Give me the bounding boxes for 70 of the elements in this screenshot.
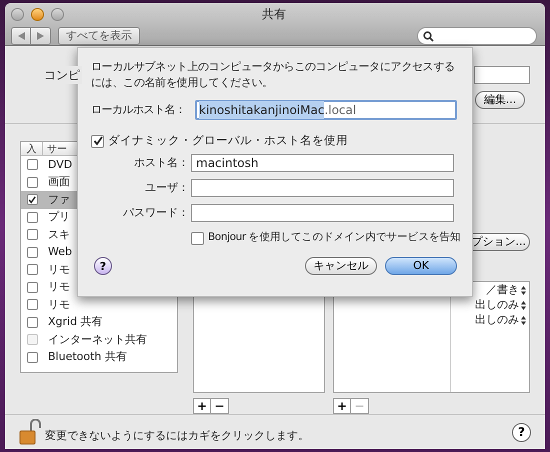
service-name: ファ <box>47 192 70 208</box>
column-header[interactable]: サー <box>43 142 67 155</box>
left-triangle-icon <box>18 32 24 40</box>
close-window-icon[interactable] <box>11 8 24 20</box>
zoom-window-icon[interactable] <box>51 8 64 20</box>
window-title: 共有 <box>262 6 286 23</box>
service-name: プリ <box>47 209 70 225</box>
service-name: インターネット共有 <box>47 332 147 348</box>
local-hostname-field[interactable]: kinoshitakanjinoiMac.local <box>195 100 457 120</box>
add-button[interactable]: + <box>333 398 351 414</box>
lock-message: 変更できないようにするにはカギをクリックします。 <box>45 428 309 444</box>
checkmark-icon <box>28 196 36 204</box>
service-name: リモ <box>47 296 70 312</box>
checkbox[interactable] <box>26 229 38 240</box>
service-name: スキ <box>47 226 70 242</box>
stepper-icon[interactable] <box>521 301 526 310</box>
computer-name-field[interactable] <box>474 66 530 84</box>
stepper-icon[interactable] <box>521 286 526 295</box>
checkbox[interactable] <box>26 194 38 206</box>
computer-name-label: コンピ <box>44 66 82 84</box>
back-button[interactable] <box>11 27 31 45</box>
service-name: Bluetooth 共有 <box>47 349 127 365</box>
cancel-button[interactable]: キャンセル <box>305 257 377 275</box>
help-button[interactable]: ? <box>512 422 531 442</box>
checkbox-label: ダイナミック・グローバル・ホスト名を使用 <box>108 132 348 150</box>
service-name: Xgrid 共有 <box>47 314 103 330</box>
checkbox[interactable] <box>26 212 38 223</box>
selected-text: kinoshitakanjinoiMac <box>199 101 324 119</box>
field-label: ホスト名： <box>133 154 190 171</box>
checkbox[interactable] <box>91 134 104 148</box>
service-name: DVD <box>47 156 72 172</box>
search-field[interactable] <box>417 27 537 45</box>
stepper-icon[interactable] <box>521 316 526 325</box>
field-label: ユーザ： <box>144 180 190 196</box>
sheet-message: ローカルサブネット上のコンピュータからこのコンピュータにアクセスするには、この名前を使用してください。 <box>91 59 456 91</box>
edit-button[interactable]: 編集... <box>475 91 525 109</box>
column-header[interactable]: 入 <box>21 142 43 155</box>
checkbox[interactable] <box>26 246 38 258</box>
service-name: 画面 <box>47 174 70 190</box>
text-field[interactable] <box>191 179 454 197</box>
minimize-window-icon[interactable] <box>31 8 44 20</box>
right-triangle-icon <box>37 32 44 40</box>
hostname-suffix: .local <box>324 102 356 119</box>
permission-text[interactable]: 出しのみ <box>475 312 519 329</box>
permission-text[interactable]: 出しのみ <box>475 297 519 314</box>
service-name: リモ <box>47 279 70 295</box>
checkbox[interactable] <box>26 282 38 293</box>
checkbox[interactable] <box>26 176 38 188</box>
help-button[interactable]: ? <box>94 257 112 275</box>
text-field[interactable]: macintosh <box>191 154 454 172</box>
add-button[interactable]: + <box>193 398 211 414</box>
field-label: ローカルホスト名： <box>91 102 186 118</box>
text-field[interactable] <box>191 204 454 222</box>
checkmark-icon <box>92 136 102 146</box>
checkbox[interactable] <box>26 159 38 170</box>
service-name: Web <box>47 244 72 260</box>
show-all-button[interactable]: すべてを表示 <box>58 27 140 45</box>
checkbox[interactable] <box>26 299 38 310</box>
checkbox[interactable] <box>191 232 204 244</box>
checkbox[interactable] <box>26 316 38 328</box>
unlocked-padlock-icon[interactable] <box>19 419 41 445</box>
permission-text[interactable]: ／書き <box>486 282 519 299</box>
ok-button[interactable]: OK <box>385 257 457 275</box>
service-name: リモ <box>47 262 70 278</box>
remove-button[interactable]: − <box>211 398 229 414</box>
forward-button[interactable] <box>31 27 51 45</box>
field-label: パスワード： <box>122 204 190 221</box>
search-icon <box>423 30 434 42</box>
checkbox[interactable] <box>26 352 38 363</box>
checkbox[interactable] <box>26 264 38 276</box>
